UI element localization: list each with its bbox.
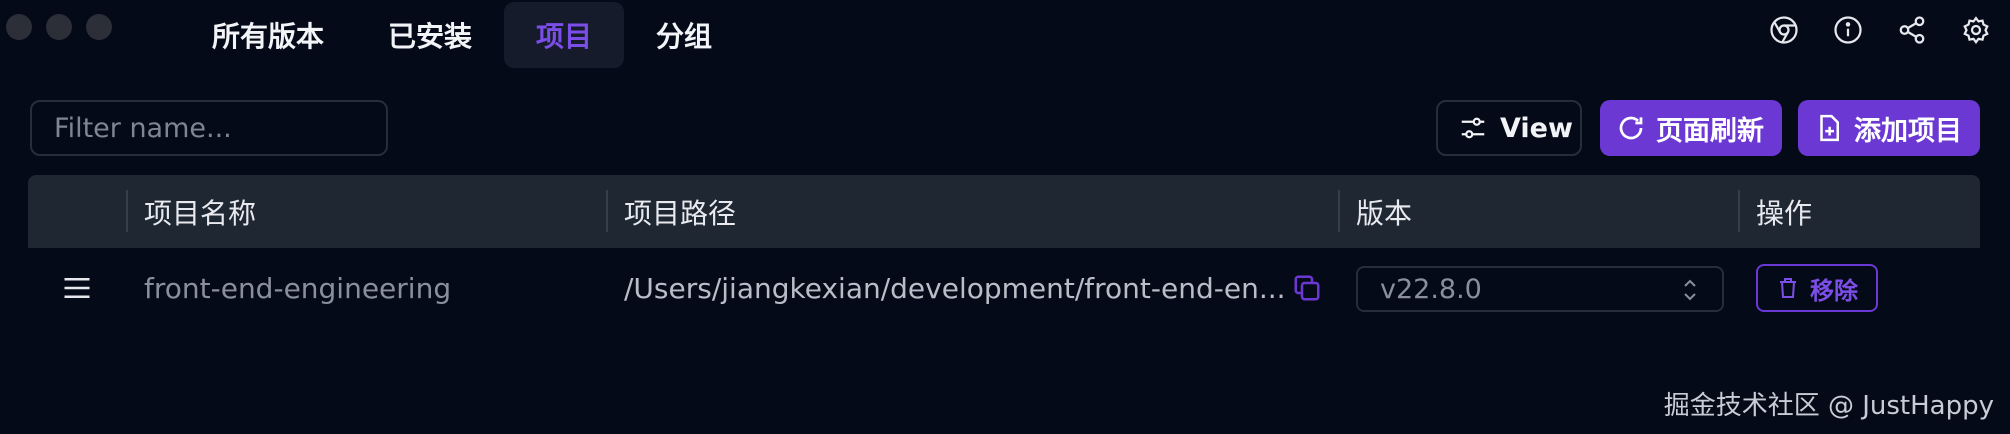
tab-installed[interactable]: 已安装 [356, 2, 504, 68]
watermark: 掘金技术社区 @ JustHappy [1663, 391, 1994, 421]
column-header-project-name: 项目名称 [144, 196, 257, 230]
trash-icon [1780, 278, 1796, 298]
refresh-icon [1619, 116, 1643, 140]
add-project-label: 添加项目 [1854, 115, 1962, 147]
minimize-window-button[interactable] [46, 14, 72, 40]
window-controls [6, 14, 112, 40]
chevron-up-down-icon [1684, 279, 1696, 301]
version-select[interactable]: v22.8.0 [1356, 266, 1724, 312]
share-icon[interactable] [1896, 14, 1928, 46]
maximize-window-button[interactable] [86, 14, 112, 40]
chrome-icon[interactable] [1768, 14, 1800, 46]
filter-name-input[interactable] [30, 100, 388, 156]
column-header-project-path: 项目路径 [624, 196, 737, 230]
column-divider [1338, 190, 1340, 232]
view-button[interactable]: View [1436, 100, 1582, 156]
drag-handle-icon[interactable] [62, 248, 92, 328]
view-button-label: View [1500, 112, 1573, 144]
copy-path-icon[interactable] [1292, 248, 1322, 328]
version-select-value: v22.8.0 [1380, 273, 1482, 305]
main-tabs: 所有版本 已安装 项目 分组 [180, 2, 744, 68]
tab-groups[interactable]: 分组 [624, 2, 744, 68]
column-header-actions: 操作 [1756, 196, 1813, 230]
project-name: front-end-engineering [144, 271, 452, 305]
remove-project-button[interactable]: 移除 [1756, 264, 1878, 312]
top-icon-bar [1768, 14, 1992, 46]
refresh-page-button[interactable]: 页面刷新 [1600, 100, 1782, 156]
column-header-version: 版本 [1356, 196, 1413, 230]
settings-icon[interactable] [1960, 14, 1992, 46]
remove-label: 移除 [1810, 276, 1858, 305]
file-plus-icon [1820, 114, 1839, 142]
sliders-icon [1461, 117, 1485, 139]
column-divider [606, 190, 608, 232]
project-path: /Users/jiangkexian/development/front-end… [624, 271, 1286, 305]
refresh-page-label: 页面刷新 [1656, 115, 1764, 147]
add-project-button[interactable]: 添加项目 [1798, 100, 1980, 156]
info-icon[interactable] [1832, 14, 1864, 46]
close-window-button[interactable] [6, 14, 32, 40]
tab-all-versions[interactable]: 所有版本 [180, 2, 356, 68]
column-divider [1738, 190, 1740, 232]
table-row: front-end-engineering /Users/jiangkexian… [28, 248, 1980, 328]
table-header: 项目名称 项目路径 版本 操作 [28, 175, 1980, 248]
column-divider [126, 190, 128, 232]
tab-projects[interactable]: 项目 [504, 2, 625, 68]
